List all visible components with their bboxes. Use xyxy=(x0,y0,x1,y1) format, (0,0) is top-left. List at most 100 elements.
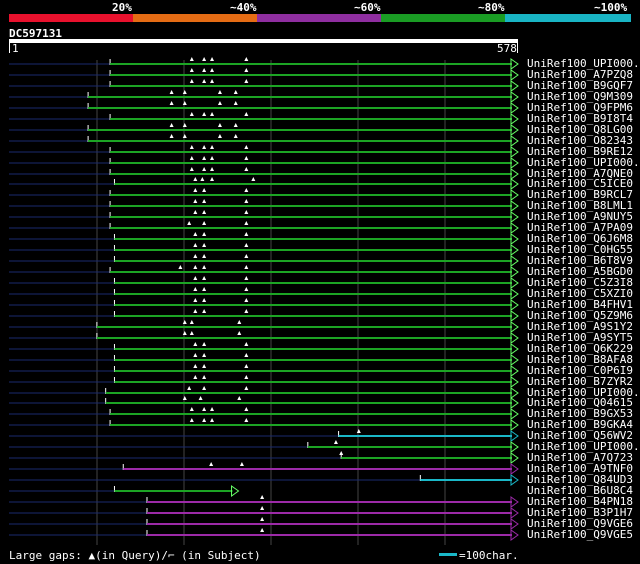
alignment-arrow xyxy=(510,397,519,409)
hit-row[interactable] xyxy=(9,320,519,333)
query-gap-marker xyxy=(202,276,207,280)
query-gap-marker xyxy=(182,134,187,138)
query-gap-marker xyxy=(193,309,198,313)
hit-row[interactable] xyxy=(9,485,240,497)
hit-row[interactable] xyxy=(9,386,519,399)
hit-row[interactable] xyxy=(9,134,519,147)
query-gap-marker xyxy=(210,68,215,72)
hit-row[interactable] xyxy=(9,156,519,169)
hit-row[interactable] xyxy=(9,57,519,70)
scale-legend-bar xyxy=(439,553,457,556)
hit-row[interactable] xyxy=(9,418,519,431)
hit-row[interactable] xyxy=(9,440,519,453)
hit-row[interactable] xyxy=(9,101,519,114)
alignment-arrow xyxy=(510,408,519,420)
hit-row[interactable] xyxy=(9,188,519,201)
hit-row[interactable] xyxy=(9,123,519,136)
hit-row[interactable] xyxy=(9,462,519,475)
query-gap-marker xyxy=(193,199,198,203)
hit-row[interactable] xyxy=(9,474,519,486)
hit-row[interactable] xyxy=(9,177,519,190)
query-gap-marker xyxy=(187,221,192,225)
query-gap-marker xyxy=(200,177,205,181)
query-gap-marker xyxy=(244,298,249,302)
hit-row[interactable] xyxy=(9,331,519,344)
query-gap-marker xyxy=(210,156,215,160)
alignment-arrow xyxy=(510,430,519,442)
hit-row[interactable] xyxy=(9,265,519,278)
query-gap-marker xyxy=(202,287,207,291)
alignment-arrow xyxy=(510,354,519,366)
hit-row[interactable] xyxy=(9,517,519,530)
query-gap-marker xyxy=(244,243,249,247)
query-gap-marker xyxy=(233,101,238,105)
query-gap-marker xyxy=(217,123,222,127)
hit-row[interactable] xyxy=(9,68,519,81)
alignment-arrow xyxy=(510,343,519,355)
query-gap-marker xyxy=(244,418,249,422)
query-gap-marker xyxy=(244,112,249,116)
hit-label[interactable]: UniRef100_Q9VGE5 xyxy=(527,529,633,540)
hit-row[interactable] xyxy=(9,90,519,103)
alignment-arrow xyxy=(510,113,519,125)
query-gap-marker xyxy=(193,375,198,379)
alignment-arrow xyxy=(510,419,519,431)
query-gap-marker xyxy=(210,57,215,61)
alignment-arrow xyxy=(510,124,519,136)
query-gap-marker xyxy=(244,254,249,258)
hit-row[interactable] xyxy=(9,451,519,464)
hit-row[interactable] xyxy=(9,528,519,541)
hit-row[interactable] xyxy=(9,112,519,125)
query-gap-marker xyxy=(182,123,187,127)
hit-row[interactable] xyxy=(9,396,519,409)
alignment-arrow xyxy=(510,266,519,278)
hit-row[interactable] xyxy=(9,276,519,289)
hit-row[interactable] xyxy=(9,210,519,223)
hit-row[interactable] xyxy=(9,298,519,311)
hit-row[interactable] xyxy=(9,407,519,420)
query-gap-marker xyxy=(189,79,194,83)
hit-row[interactable] xyxy=(9,167,519,180)
query-gap-marker xyxy=(202,309,207,313)
hit-row[interactable] xyxy=(9,232,519,245)
hit-row[interactable] xyxy=(9,221,519,234)
query-gap-marker xyxy=(193,254,198,258)
alignment-arrow xyxy=(510,441,519,453)
query-gap-marker xyxy=(333,440,338,444)
alignment-arrow xyxy=(510,91,519,103)
query-gap-marker xyxy=(189,407,194,411)
query-gap-marker xyxy=(356,429,361,433)
hit-row[interactable] xyxy=(9,353,519,366)
query-gap-marker xyxy=(189,418,194,422)
query-gap-marker xyxy=(260,495,265,499)
query-gap-marker xyxy=(189,68,194,72)
query-gap-marker xyxy=(244,276,249,280)
query-gap-marker xyxy=(244,386,249,390)
hit-row[interactable] xyxy=(9,309,519,322)
alignment-arrow xyxy=(510,277,519,289)
query-gap-marker xyxy=(210,112,215,116)
hit-row[interactable] xyxy=(9,429,519,442)
query-gap-marker xyxy=(193,287,198,291)
query-gap-marker xyxy=(193,276,198,280)
hit-row[interactable] xyxy=(9,342,519,355)
query-gap-marker xyxy=(237,396,242,400)
hit-row[interactable] xyxy=(9,199,519,212)
hit-row[interactable] xyxy=(9,375,519,388)
hit-row[interactable] xyxy=(9,145,519,158)
query-gap-marker xyxy=(210,167,215,171)
query-gap-marker xyxy=(193,243,198,247)
query-gap-marker xyxy=(202,386,207,390)
hit-row[interactable] xyxy=(9,364,519,377)
hit-row[interactable] xyxy=(9,243,519,256)
hit-row[interactable] xyxy=(9,495,519,508)
hit-row[interactable] xyxy=(9,287,519,300)
query-gap-marker xyxy=(182,331,187,335)
hit-row[interactable] xyxy=(9,506,519,519)
query-gap-marker xyxy=(193,364,198,368)
query-gap-marker xyxy=(210,177,215,181)
query-gap-marker xyxy=(210,418,215,422)
alignment-arrow xyxy=(510,518,519,530)
hit-row[interactable] xyxy=(9,79,519,92)
hit-row[interactable] xyxy=(9,254,519,267)
